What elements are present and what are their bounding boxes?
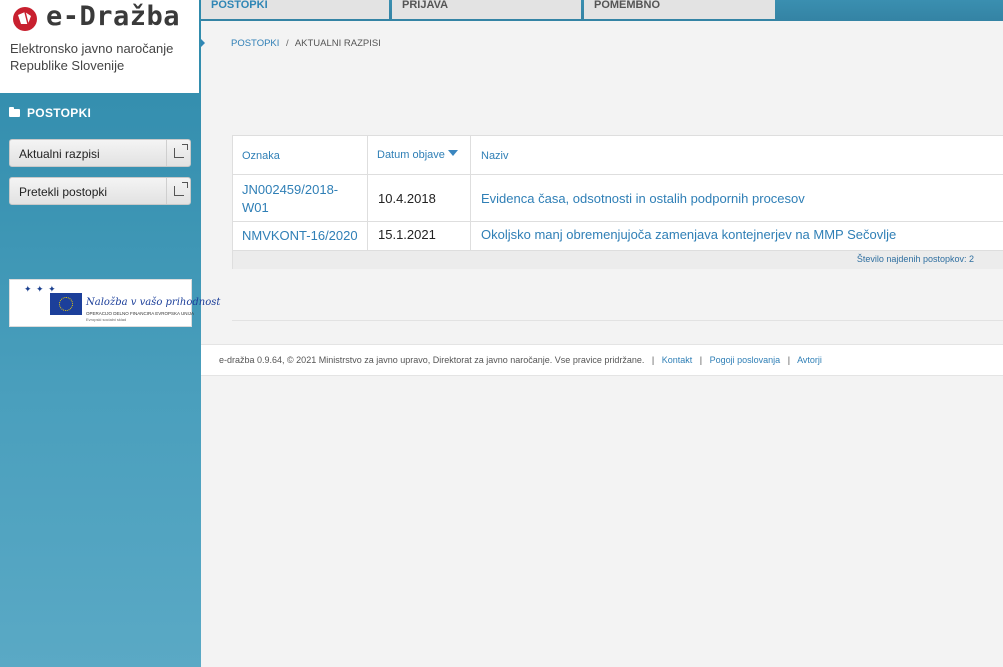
tab-pomembno[interactable]: POMEMBNO	[584, 0, 775, 19]
tenders-table: Oznaka Datum objave Naziv JN002459/2018-…	[232, 135, 1003, 269]
breadcrumb-separator: /	[286, 38, 289, 49]
tender-code-line2: W01	[242, 200, 269, 215]
column-header-datum-label: Datum objave	[377, 149, 445, 161]
sidebar-heading: POSTOPKI	[9, 105, 91, 121]
logo-text: e-Dražba	[46, 1, 181, 32]
table-row[interactable]: JN002459/2018- W01 10.4.2018 Evidenca ča…	[233, 175, 1003, 222]
results-count: Število najdenih postopkov: 2	[856, 254, 974, 264]
tender-date: 15.1.2021	[378, 227, 436, 242]
tender-name-link[interactable]: Evidenca časa, odsotnosti in ostalih pod…	[481, 191, 805, 206]
external-link-icon[interactable]	[166, 178, 190, 204]
eu-banner-title: Naložba v vašo prihodnost	[86, 297, 221, 308]
folder-icon	[9, 107, 20, 117]
tender-code-link[interactable]: JN002459/2018- W01	[242, 181, 338, 217]
footer: e-dražba 0.9.64, © 2021 Ministrstvo za j…	[201, 344, 1003, 376]
tender-date: 10.4.2018	[378, 191, 436, 206]
eu-flag-icon	[50, 293, 82, 315]
breadcrumb: POSTOPKI / AKTUALNI RAZPISI	[231, 38, 381, 49]
eu-banner-line1: OPERACIJO DELNO FINANCIRA EVROPSKA UNIJA	[86, 311, 195, 316]
breadcrumb-current: AKTUALNI RAZPISI	[294, 38, 381, 49]
footer-link-avtorji[interactable]: Avtorji	[797, 355, 822, 365]
footer-separator: |	[699, 355, 703, 365]
table-row[interactable]: NMVKONT-16/2020 15.1.2021 Okoljsko manj …	[233, 222, 1003, 251]
logo-subtitle-line1: Elektronsko javno naročanje	[10, 41, 174, 56]
edrazba-logo-icon	[13, 7, 37, 31]
logo-subtitle: Elektronsko javno naročanje Republike Sl…	[10, 40, 195, 74]
column-header-naziv[interactable]: Naziv	[481, 150, 509, 162]
footer-text: e-dražba 0.9.64, © 2021 Ministrstvo za j…	[219, 355, 822, 365]
sidebar-heading-label: POSTOPKI	[27, 106, 92, 120]
tender-code-line1: JN002459/2018-	[242, 182, 339, 197]
logo-subtitle-line2: Republike Slovenije	[10, 58, 125, 73]
column-header-datum-objave[interactable]: Datum objave	[377, 149, 458, 161]
sidebar: e-Dražba Elektronsko javno naročanje Rep…	[0, 0, 220, 667]
sidebar-item-pretekli-postopki[interactable]: Pretekli postopki	[9, 177, 191, 205]
collapse-arrow-icon[interactable]	[201, 39, 205, 47]
eu-banner-line2: Evropski socialni sklad	[86, 317, 127, 322]
tender-code-link[interactable]: NMVKONT-16/2020	[242, 227, 358, 245]
footer-separator: |	[787, 355, 791, 365]
tab-postopki[interactable]: POSTOPKI	[201, 0, 389, 19]
sidebar-item-aktualni-razpisi[interactable]: Aktualni razpisi	[9, 139, 191, 167]
external-link-icon[interactable]	[166, 140, 190, 166]
footer-separator: |	[651, 355, 655, 365]
table-header-row: Oznaka Datum objave Naziv	[233, 136, 1003, 175]
logo-area[interactable]: e-Dražba Elektronsko javno naročanje Rep…	[0, 0, 199, 93]
sidebar-item-label: Aktualni razpisi	[19, 147, 100, 161]
tender-name-link[interactable]: Okoljsko manj obremenjujoča zamenjava ko…	[481, 227, 896, 242]
sort-descending-icon	[447, 150, 458, 156]
divider	[232, 320, 1003, 321]
column-header-oznaka[interactable]: Oznaka	[242, 150, 280, 162]
footer-link-kontakt[interactable]: Kontakt	[662, 355, 693, 365]
eu-funding-banner[interactable]: ✦ ✦ ✦ Naložba v vašo prihodnost OPERACIJ…	[9, 279, 220, 327]
footer-copyright: e-dražba 0.9.64, © 2021 Ministrstvo za j…	[219, 355, 645, 365]
sidebar-item-label: Pretekli postopki	[19, 185, 108, 199]
tab-prijava[interactable]: PRIJAVA	[392, 0, 581, 19]
breadcrumb-postopki[interactable]: POSTOPKI	[231, 38, 279, 49]
footer-link-pogoji-poslovanja[interactable]: Pogoji poslovanja	[710, 355, 781, 365]
results-count-bar: Število najdenih postopkov: 2	[233, 251, 1003, 269]
